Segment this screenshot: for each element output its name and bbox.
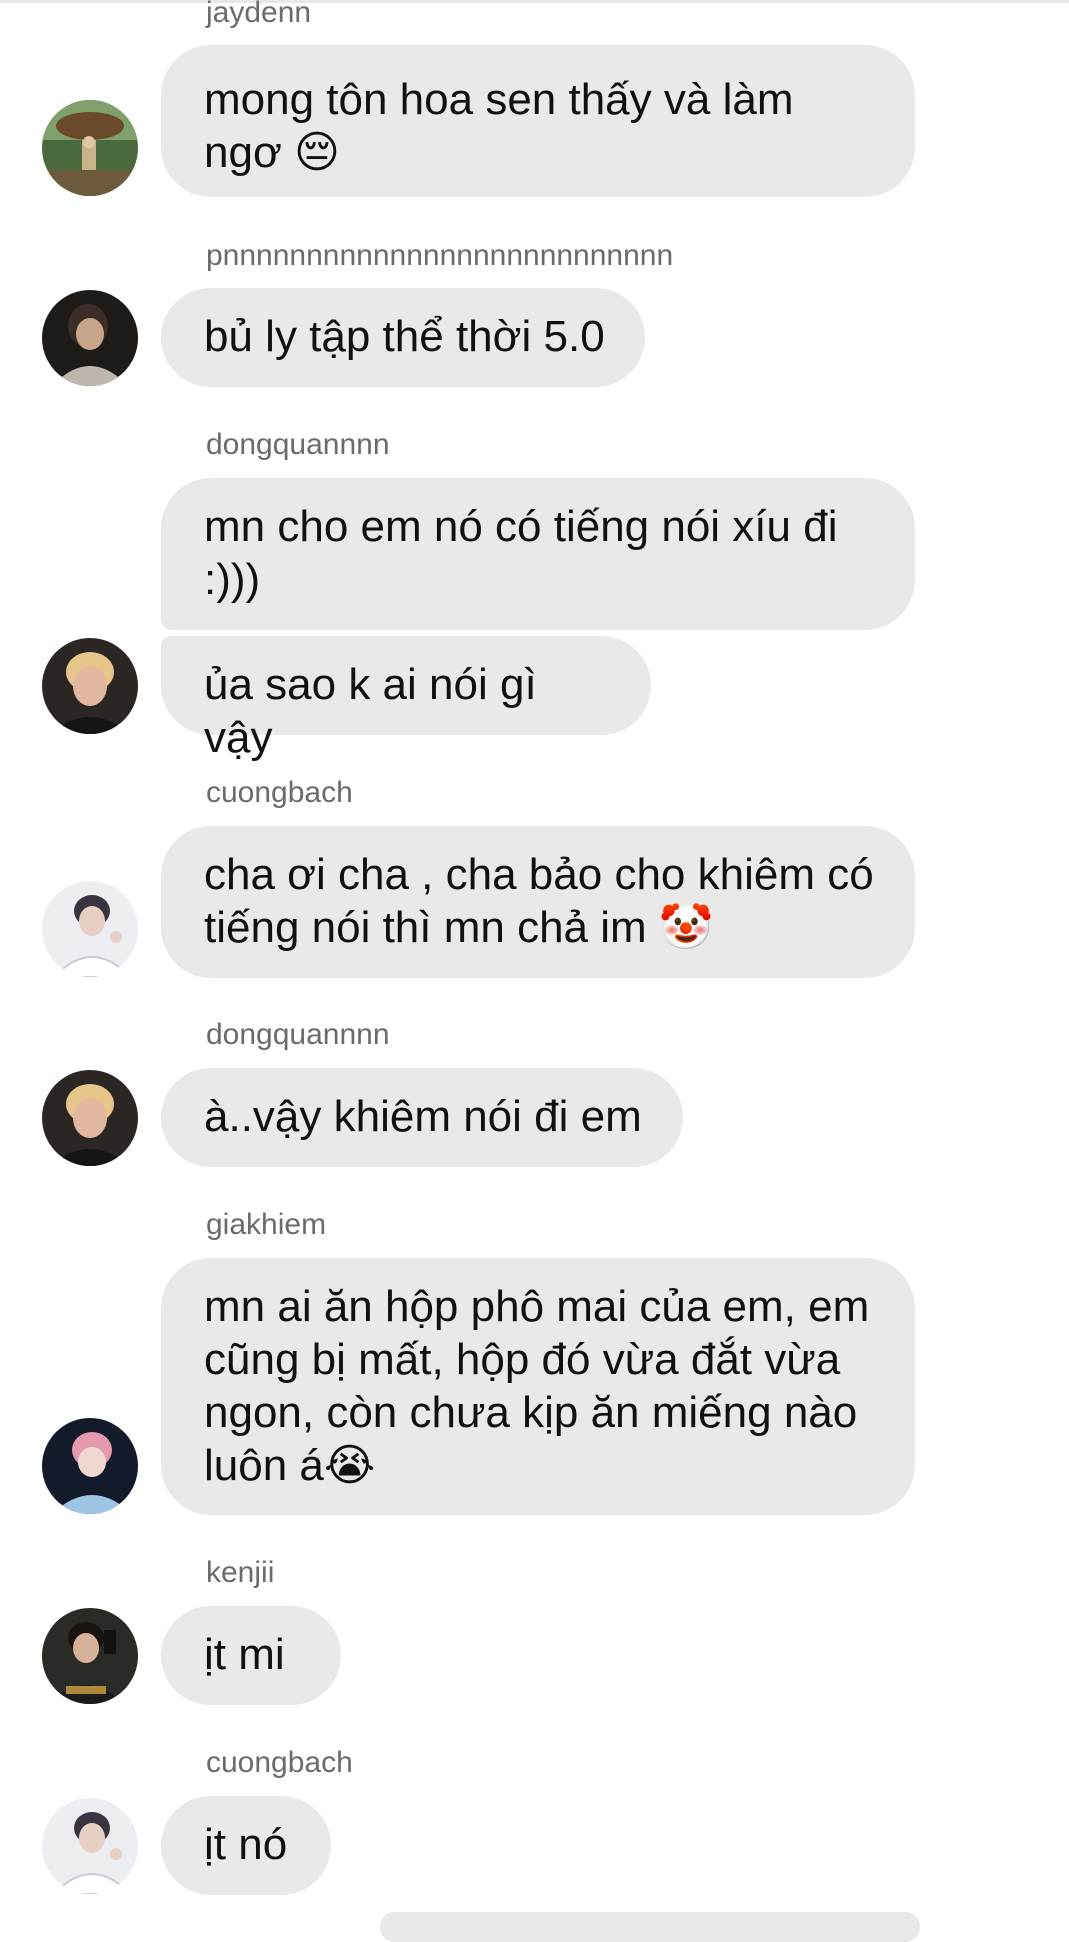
avatar[interactable]: [42, 1070, 138, 1166]
message-bubble-partial[interactable]: [380, 1912, 920, 1942]
avatar[interactable]: [42, 881, 138, 977]
top-divider: [0, 0, 1069, 3]
sender-name: pnnnnnnnnnnnnnnnnnnnnnnnnnnn: [206, 239, 674, 272]
avatar-photo-white-suit: [42, 881, 138, 977]
avatar[interactable]: [42, 1418, 138, 1514]
message-bubble[interactable]: ịt nó: [161, 1796, 331, 1895]
avatar-photo-white-suit: [42, 1798, 138, 1894]
message-bubble[interactable]: mn ai ăn hộp phô mai của em, em cũng bị …: [161, 1258, 915, 1515]
message-bubble[interactable]: ủa sao k ai nói gì vậy: [161, 636, 651, 762]
avatar-photo-pink-hair: [42, 1418, 138, 1514]
sender-name: cuongbach: [206, 1746, 353, 1779]
sender-name: cuongbach: [206, 776, 353, 809]
message-bubble[interactable]: cha ơi cha , cha bảo cho khiêm có tiếng …: [161, 826, 915, 978]
message-bubble[interactable]: mong tôn hoa sen thấy và làm ngơ 😔: [161, 45, 915, 197]
message-bubble[interactable]: ịt mi: [161, 1606, 341, 1705]
avatar-photo-blonde: [42, 638, 138, 734]
sender-name: kenjii: [206, 1556, 275, 1589]
avatar-photo-dark: [42, 290, 138, 386]
avatar[interactable]: [42, 290, 138, 386]
avatar[interactable]: [42, 100, 138, 196]
sender-name: giakhiem: [206, 1208, 327, 1241]
sender-name: jaydenn: [206, 0, 312, 29]
sender-name: dongquannnn: [206, 1018, 390, 1051]
message-bubble[interactable]: bủ ly tập thể thời 5.0: [161, 288, 645, 387]
sender-name: dongquannnn: [206, 428, 390, 461]
avatar-photo-blonde: [42, 1070, 138, 1166]
avatar[interactable]: [42, 638, 138, 734]
avatar-photo-outdoor: [42, 100, 138, 196]
message-bubble[interactable]: à..vậy khiêm nói đi em: [161, 1068, 683, 1167]
avatar[interactable]: [42, 1798, 138, 1894]
avatar[interactable]: [42, 1608, 138, 1704]
avatar-photo-mirror-selfie: [42, 1608, 138, 1704]
message-bubble[interactable]: mn cho em nó có tiếng nói xíu đi :))): [161, 478, 915, 630]
